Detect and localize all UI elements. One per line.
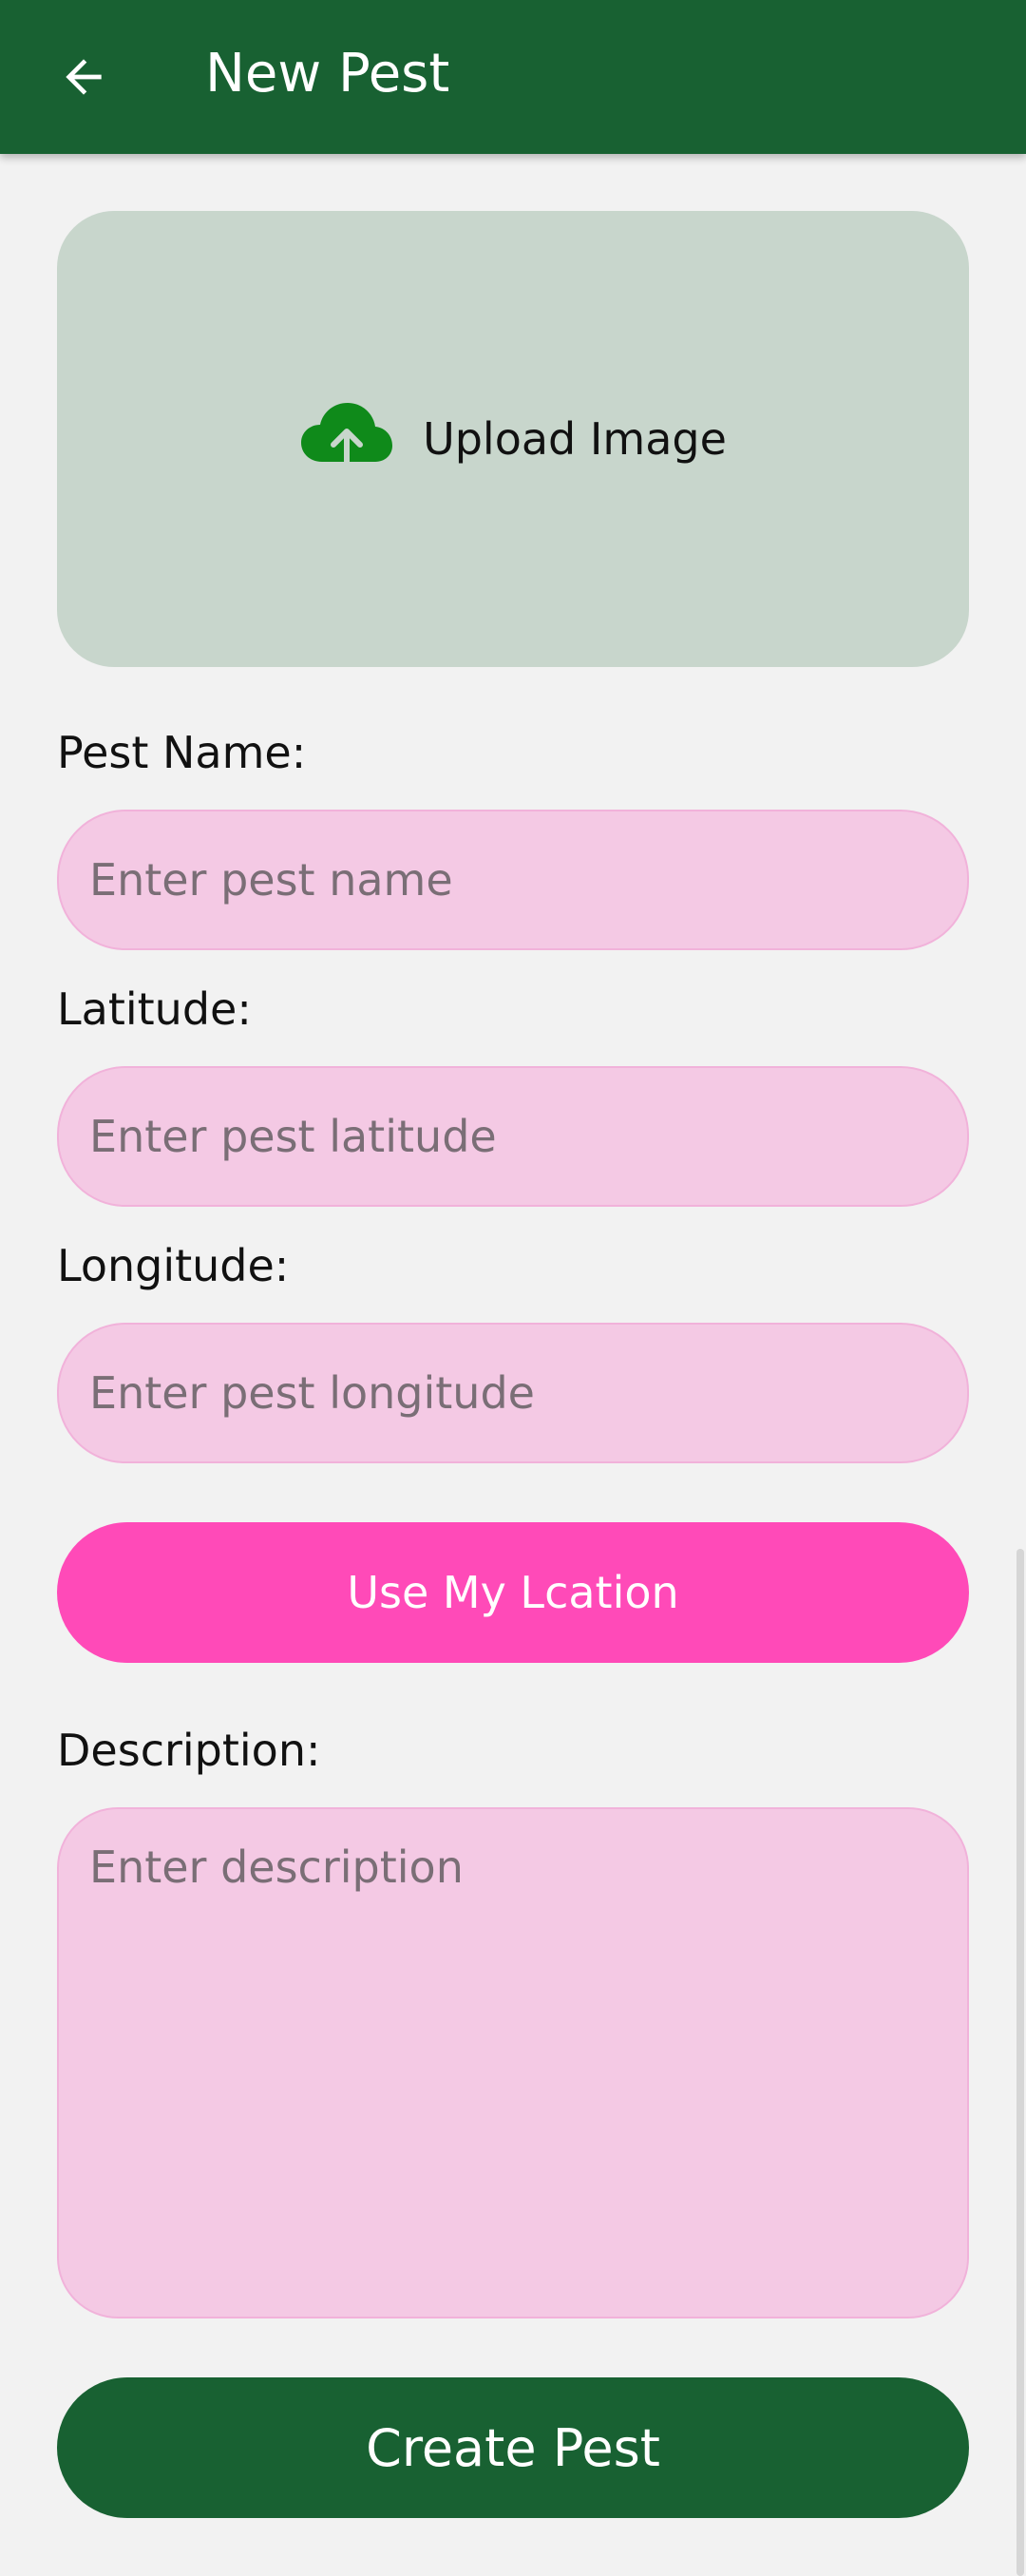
upload-image-label: Upload Image: [423, 413, 727, 465]
latitude-input[interactable]: [57, 1066, 969, 1207]
arrow-left-icon: [66, 59, 102, 95]
page-title: New Pest: [205, 43, 450, 105]
description-label: Description:: [57, 1725, 321, 1776]
longitude-label: Longitude:: [57, 1240, 290, 1291]
create-pest-button[interactable]: Create Pest: [57, 2377, 969, 2518]
latitude-label: Latitude:: [57, 983, 252, 1035]
pest-name-label: Pest Name:: [57, 727, 307, 778]
use-my-location-button[interactable]: Use My Lcation: [57, 1522, 969, 1663]
upload-image-area[interactable]: Upload Image: [57, 211, 969, 667]
pest-name-input[interactable]: [57, 810, 969, 950]
description-textarea[interactable]: [57, 1807, 969, 2318]
scrollbar[interactable]: [1016, 1549, 1024, 2576]
back-button[interactable]: [49, 43, 118, 111]
longitude-input[interactable]: [57, 1323, 969, 1463]
cloud-upload-icon: [299, 399, 394, 479]
app-bar: New Pest: [0, 0, 1026, 154]
